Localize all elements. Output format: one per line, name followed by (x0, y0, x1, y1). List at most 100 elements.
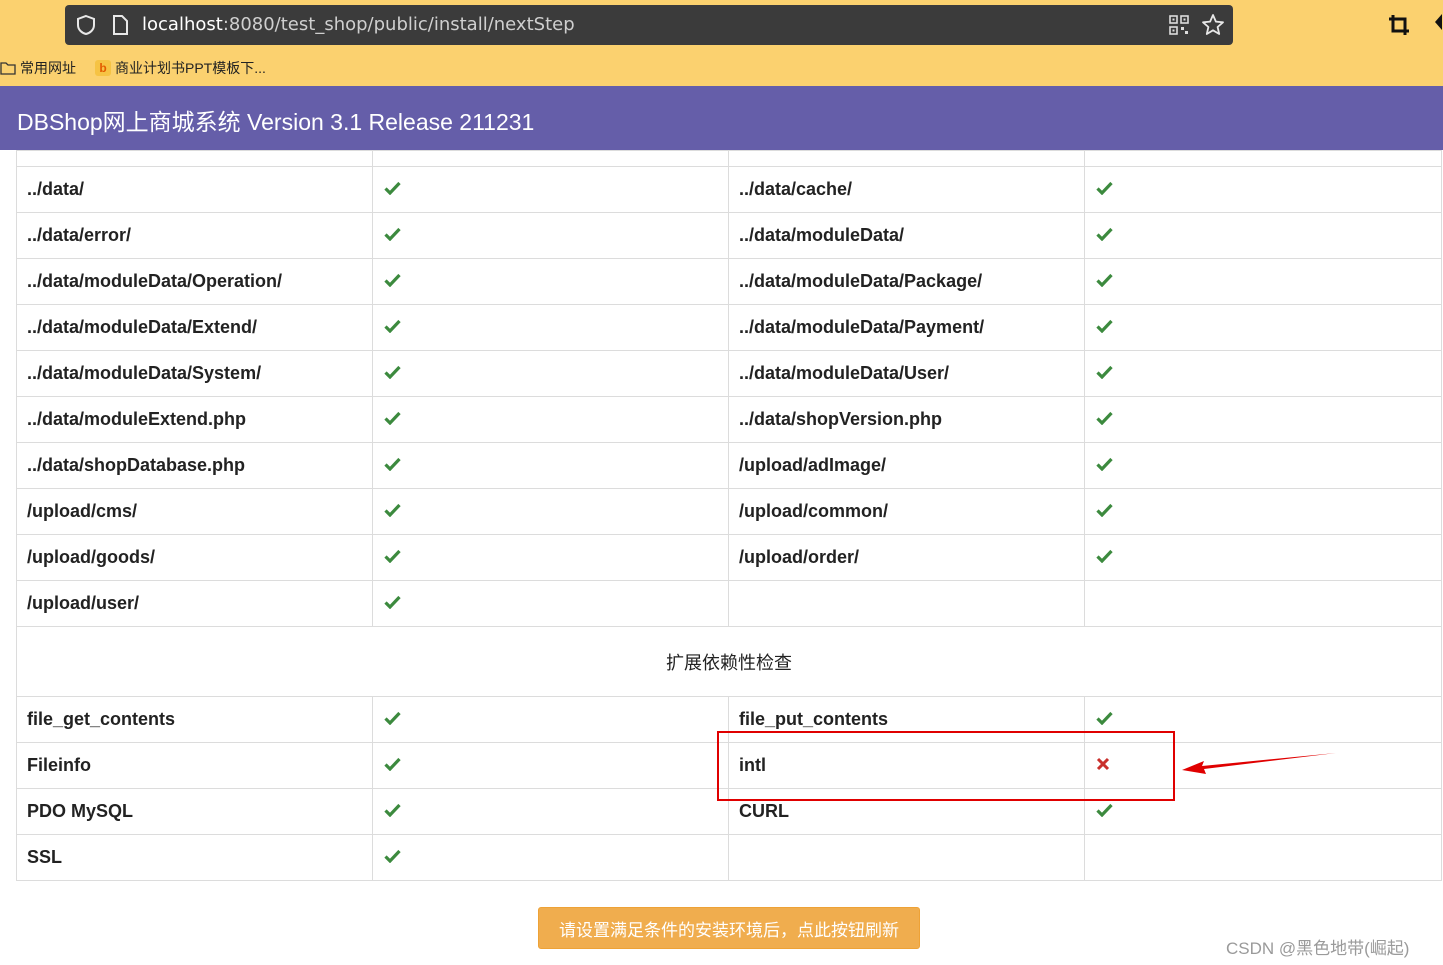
check-icon (384, 227, 401, 241)
check-icon (1096, 803, 1113, 817)
refresh-button[interactable]: 请设置满足条件的安装环境后，点此按钮刷新 (538, 907, 920, 949)
check-icon (1096, 273, 1113, 287)
page-title: DBShop网上商城系统 Version 3.1 Release 211231 (17, 109, 535, 135)
qr-code-icon[interactable] (1169, 15, 1189, 35)
bookmark-ppt-templates[interactable]: b 商业计划书PPT模板下... (95, 58, 266, 78)
check-icon (1096, 503, 1113, 517)
check-item-name: /upload/adImage/ (728, 442, 1085, 489)
check-item-name: /upload/common/ (728, 488, 1085, 535)
check-status (1084, 442, 1442, 489)
check-item-name: Fileinfo (16, 742, 373, 789)
section-heading-row: 扩展依赖性检查 (16, 626, 1442, 697)
check-icon (1096, 711, 1113, 725)
check-status (372, 304, 729, 351)
check-status (1084, 212, 1442, 259)
chevron-left-icon[interactable] (1434, 12, 1443, 32)
browser-chrome: localhost:8080/test_shop/public/install/… (0, 0, 1443, 86)
site-favicon-icon: b (95, 60, 111, 76)
check-status (372, 580, 729, 627)
url-host: localhost (142, 14, 223, 35)
check-icon (384, 503, 401, 517)
check-item-name: file_get_contents (16, 696, 373, 743)
check-status (372, 396, 729, 443)
table-row: /upload/user/ (16, 580, 1442, 627)
check-icon (384, 595, 401, 609)
table-row: ../data/shopDatabase.php/upload/adImage/ (16, 442, 1442, 489)
table-row: ../data/moduleExtend.php ../data/shopVers… (16, 396, 1442, 443)
check-status (372, 534, 729, 581)
check-icon (384, 181, 401, 195)
annotation-arrow-icon (1182, 753, 1336, 774)
check-item-name: ../data/shopVersion.php (728, 396, 1085, 443)
check-icon (1096, 227, 1113, 241)
watermark: CSDN @黑色地带(崛起) (1226, 939, 1410, 958)
table-row: ../data/moduleData/Extend/ ../data/module… (16, 304, 1442, 351)
check-status (1084, 350, 1442, 397)
check-status (372, 166, 729, 213)
check-icon (1096, 457, 1113, 471)
check-status (1084, 166, 1442, 213)
check-icon (384, 457, 401, 471)
check-icon (1096, 365, 1113, 379)
check-status (1084, 396, 1442, 443)
url-path: :8080/test_shop/public/install/nextStep (222, 14, 575, 35)
check-icon (384, 849, 401, 863)
check-icon (384, 319, 401, 333)
check-status (372, 696, 729, 743)
check-status (372, 212, 729, 259)
table-row: ../data/moduleData/System/ ../data/module… (16, 350, 1442, 397)
check-item-name: ../data/moduleData/ (728, 212, 1085, 259)
table-row: ../data/error/ ../data/moduleData/ (16, 212, 1442, 259)
check-item-name: SSL (16, 834, 373, 881)
highlight-box (717, 731, 1175, 801)
page-header: DBShop网上商城系统 Version 3.1 Release 211231 (0, 86, 1443, 150)
check-item-name: ../data/moduleData/Package/ (728, 258, 1085, 305)
check-status (372, 350, 729, 397)
check-icon (384, 803, 401, 817)
check-item-name: PDO MySQL (16, 788, 373, 835)
check-icon (1096, 319, 1113, 333)
address-bar[interactable]: localhost:8080/test_shop/public/install/… (65, 5, 1233, 45)
check-status (1084, 304, 1442, 351)
table-row: ../data/ ../data/cache/ (16, 166, 1442, 213)
check-item-name: ../data/ (16, 166, 373, 213)
check-icon (1096, 549, 1113, 563)
check-icon (1096, 181, 1113, 195)
page-icon (113, 15, 128, 35)
check-item-name: ../data/moduleExtend.php (16, 396, 373, 443)
check-item-name: /upload/order/ (728, 534, 1085, 581)
directory-permission-rows: ../data/../data/cache/../data/error/../d… (16, 150, 1442, 627)
check-status (372, 442, 729, 489)
shield-icon[interactable] (75, 14, 97, 36)
bookmark-label: 商业计划书PPT模板下... (115, 60, 266, 76)
folder-icon (0, 62, 16, 75)
bookmark-common-sites[interactable]: 常用网址 (0, 58, 76, 78)
check-status (1084, 258, 1442, 305)
check-icon (384, 411, 401, 425)
crop-icon[interactable] (1388, 14, 1410, 36)
check-item-name: ../data/moduleData/User/ (728, 350, 1085, 397)
check-item-name: /upload/user/ (16, 580, 373, 627)
check-status (1084, 834, 1442, 881)
check-status (372, 834, 729, 881)
check-icon (384, 711, 401, 725)
check-icon (384, 365, 401, 379)
section-title: 扩展依赖性检查 (16, 626, 1442, 697)
check-status (1084, 534, 1442, 581)
check-item-name: ../data/moduleData/Payment/ (728, 304, 1085, 351)
url-text[interactable]: localhost:8080/test_shop/public/install/… (142, 14, 575, 35)
table-row: /upload/cms/ /upload/common/ (16, 488, 1442, 535)
star-icon[interactable] (1201, 13, 1225, 37)
check-item-name: /upload/goods/ (16, 534, 373, 581)
check-status (372, 258, 729, 305)
check-item-name (728, 580, 1085, 627)
check-status (372, 488, 729, 535)
check-item-name (728, 834, 1085, 881)
check-item-name: ../data/error/ (16, 212, 373, 259)
check-icon (384, 273, 401, 287)
table-row: ../data/moduleData/Operation/ ../data/mod… (16, 258, 1442, 305)
bookmark-label: 常用网址 (20, 60, 76, 76)
check-icon (1096, 411, 1113, 425)
check-status (1084, 580, 1442, 627)
check-item-name: /upload/cms/ (16, 488, 373, 535)
